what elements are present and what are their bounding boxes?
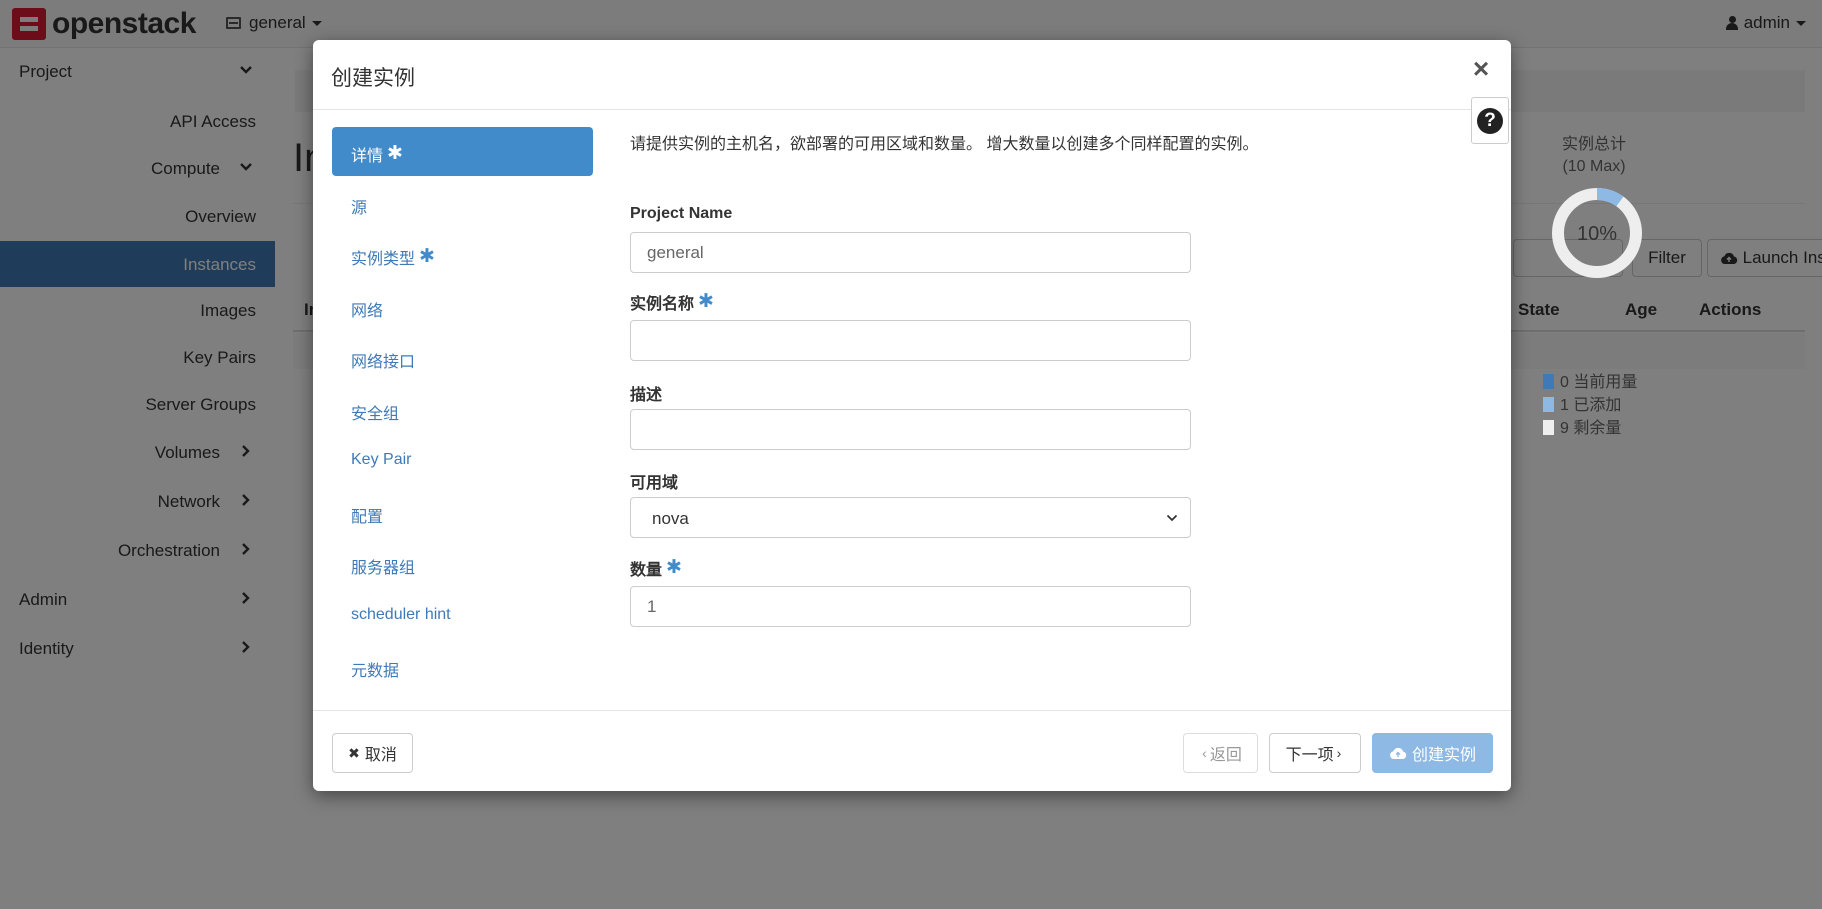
question-circle-icon: ? [1477,107,1503,134]
chevron-left-icon: ‹ [1202,745,1207,761]
select-value: nova [652,509,689,528]
legend-swatch [1543,420,1554,435]
wizard-step-label: 详情 [351,148,384,165]
help-button[interactable]: ? [1471,97,1509,144]
quota-donut: 10% [1552,188,1642,278]
wizard-step-configuration[interactable]: 配置 [332,488,593,537]
form-intro-text: 请提供实例的主机名，欲部署的可用区域和数量。 增大数量以创建多个同样配置的实例。 [630,136,1259,153]
count-label: 数量 ✱ [630,556,682,580]
legend-label: 当前用量 [1573,374,1638,391]
wizard-step-security-groups[interactable]: 安全组 [332,385,593,434]
legend-label: 已添加 [1573,397,1622,414]
required-asterisk-icon: ✱ [387,143,403,164]
field-label-text: 可用域 [630,475,679,492]
wizard-step-label: 服务器组 [351,560,416,577]
back-button[interactable]: ‹ 返回 [1183,733,1258,773]
wizard-step-flavor[interactable]: 实例类型 ✱ [332,230,593,279]
availability-zone-select[interactable]: nova [630,497,1191,538]
instance-name-label: 实例名称 ✱ [630,290,714,314]
donut-added-arc [1596,188,1624,207]
close-icon[interactable]: × [1469,55,1493,83]
chevron-right-icon: › [1336,745,1342,761]
modal-header: 创建实例 × [313,40,1511,110]
legend-swatch [1543,397,1554,412]
launch-instance-modal: 创建实例 × ? 详情 ✱ 源 实例类型 ✱ 网络 网络接口 安全组 Key Pai… [313,40,1642,791]
cancel-button[interactable]: ✖ 取消 [332,733,413,773]
quota-title: 实例总计 (10 Max) [1543,134,1645,178]
wizard-step-label: 元数据 [351,663,400,680]
count-input[interactable] [630,586,1191,627]
launch-instance-submit-button[interactable]: 创建实例 [1372,733,1493,773]
wizard-step-label: 实例类型 [351,251,416,268]
field-label-text: Project Name [630,205,733,222]
wizard-step-label: scheduler hint [351,606,451,623]
legend-item-remaining: 9 剩余量 [1543,414,1622,437]
wizard-step-label: 网络接口 [351,354,416,371]
legend-count: 1 [1560,397,1569,414]
instance-name-input[interactable] [630,320,1191,361]
project-name-input[interactable] [630,232,1191,273]
wizard-step-networks[interactable]: 网络 [332,282,593,331]
wizard-step-source[interactable]: 源 [332,179,593,228]
wizard-step-label: 源 [351,200,368,217]
legend-item-used: 0 当前用量 [1543,368,1638,391]
wizard-step-label: 安全组 [351,406,400,423]
field-label-text: 描述 [630,387,663,404]
project-name-label: Project Name [630,205,732,223]
wizard-step-network-ports[interactable]: 网络接口 [332,333,593,382]
quota-title-line2: (10 Max) [1562,158,1626,175]
wizard-step-key-pair[interactable]: Key Pair [332,436,593,485]
next-button-label: 下一项 [1285,747,1334,764]
launch-instance-submit-label: 创建实例 [1411,747,1476,764]
wizard-step-label: 配置 [351,509,384,526]
availability-zone-label: 可用域 [630,469,678,493]
chevron-down-icon [1166,514,1178,522]
modal-title: 创建实例 [331,67,415,90]
description-label: 描述 [630,381,662,405]
required-asterisk-icon: ✱ [698,291,714,312]
back-button-label: 返回 [1209,747,1242,764]
quota-title-line1: 实例总计 [1561,136,1626,153]
required-asterisk-icon: ✱ [666,557,682,578]
legend-count: 9 [1560,420,1569,437]
wizard-step-scheduler-hints[interactable]: scheduler hint [332,591,593,640]
next-button[interactable]: 下一项 › [1269,733,1361,773]
close-icon: ✖ [348,744,360,761]
description-input[interactable] [630,409,1191,450]
wizard-step-details[interactable]: 详情 ✱ [332,127,593,176]
wizard-step-server-groups[interactable]: 服务器组 [332,539,593,588]
field-label-text: 数量 [630,562,663,579]
donut-percent-label: 10% [1577,223,1617,245]
wizard-step-label: 网络 [351,303,384,320]
field-label-text: 实例名称 [630,296,695,313]
wizard-step-metadata[interactable]: 元数据 [332,642,593,691]
modal-footer: ✖ 取消 ‹ 返回 下一项 › 创建实例 [313,710,1511,791]
legend-swatch [1543,374,1554,389]
cancel-button-label: 取消 [364,747,397,764]
wizard-step-label: Key Pair [351,451,412,468]
legend-item-added: 1 已添加 [1543,391,1622,414]
legend-count: 0 [1560,374,1569,391]
cloud-upload-icon [1390,747,1407,759]
required-asterisk-icon: ✱ [419,246,435,267]
legend-label: 剩余量 [1573,420,1622,437]
